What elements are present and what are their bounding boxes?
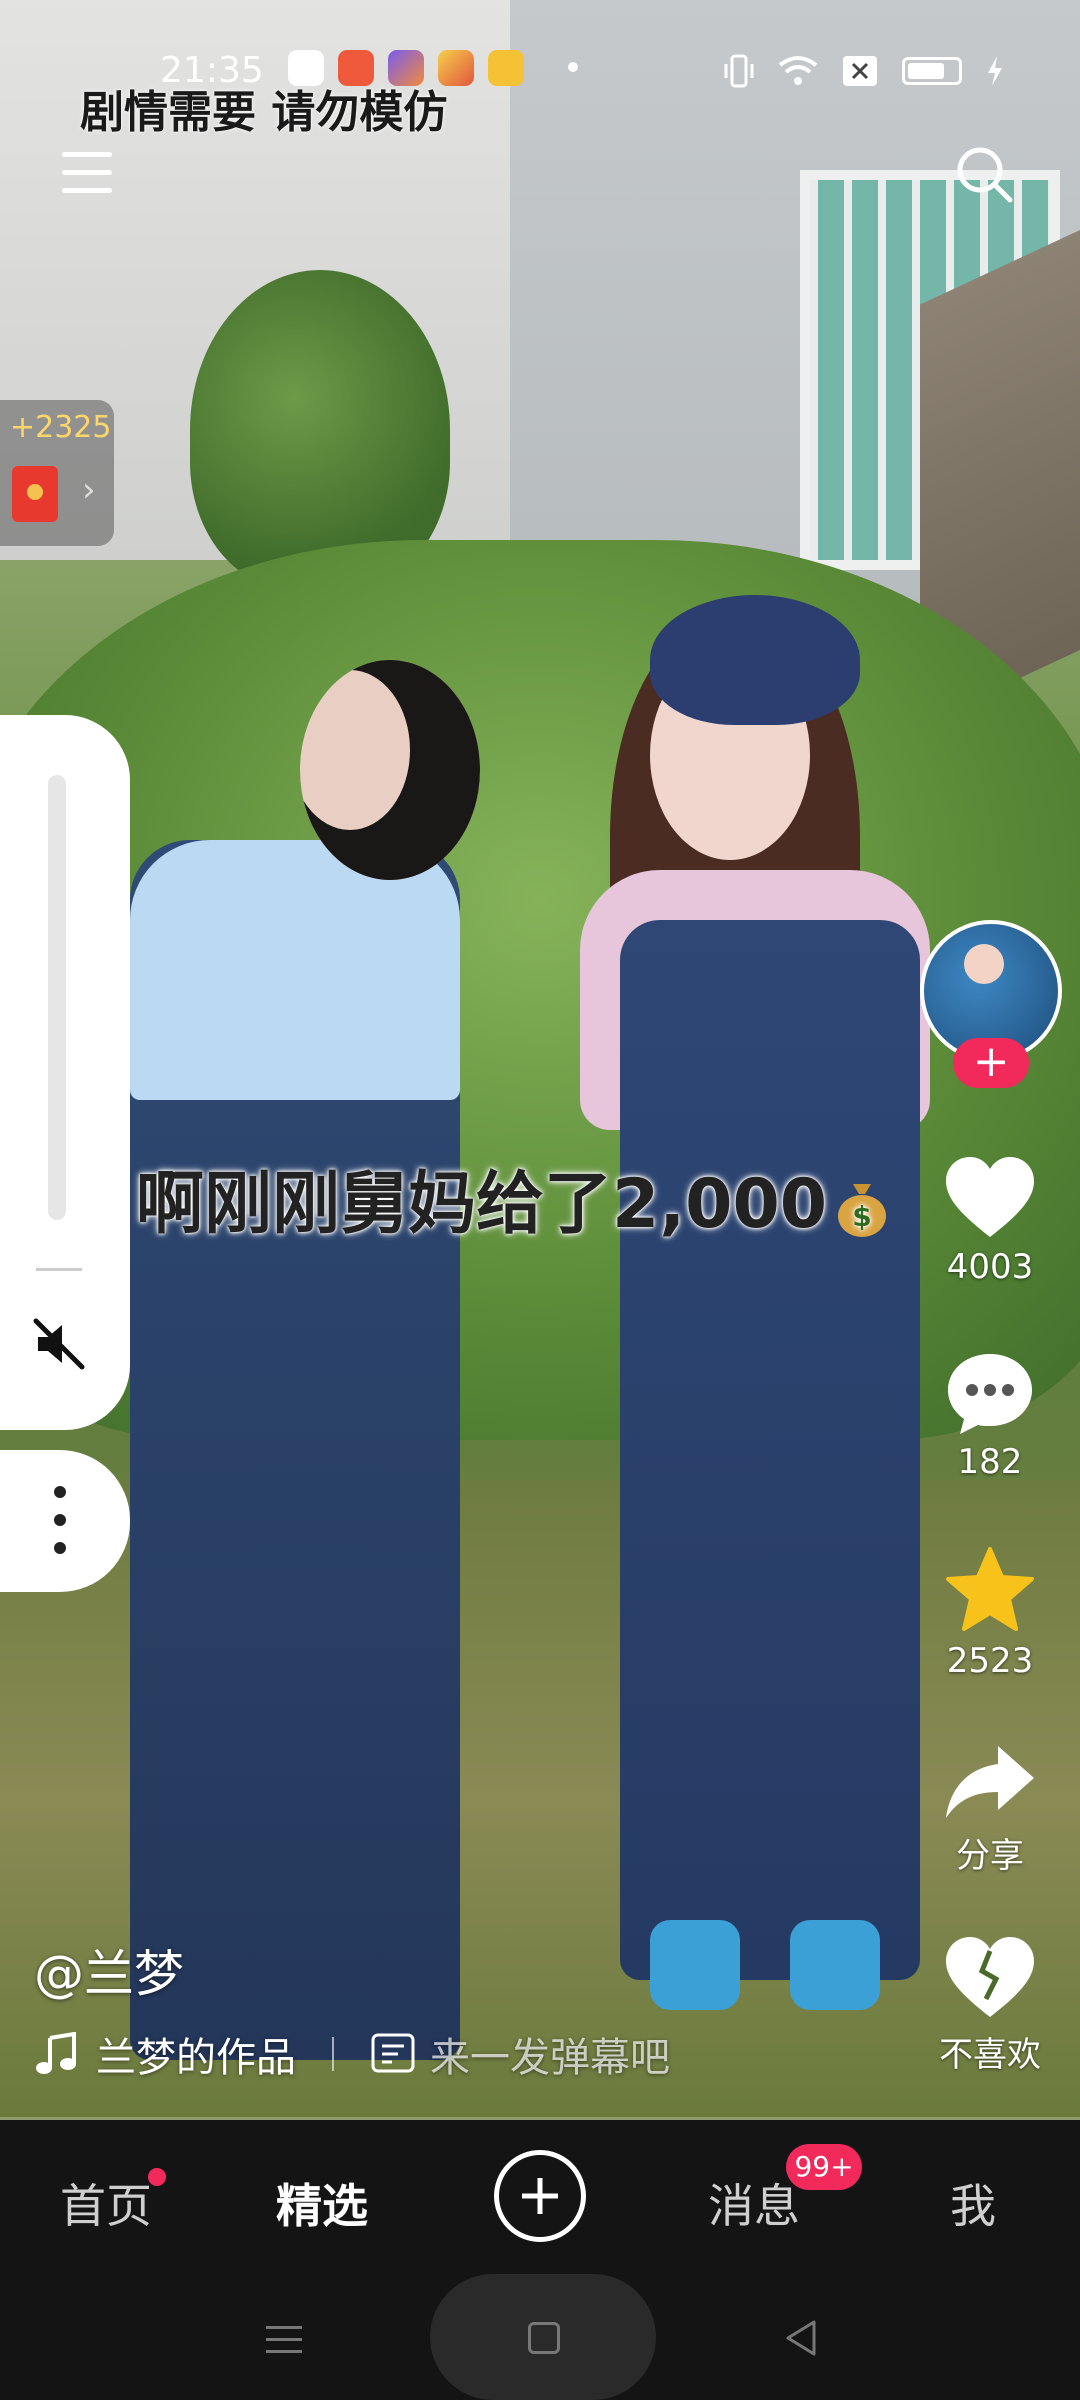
broken-heart-icon [946,1937,1034,2017]
video-subtitle: 啊刚刚舅妈给了2,000 $ [136,1148,889,1247]
home-notification-dot [148,2168,166,2186]
comment-icon [948,1354,1032,1434]
danmaku-icon [371,2033,415,2073]
like-button[interactable]: 4003 [910,1155,1070,1287]
author-handle[interactable]: @兰梦 [34,1934,184,2006]
menu-icon[interactable] [62,152,112,194]
disclaimer-banner: 剧情需要 请勿模仿 [80,87,448,138]
search-icon[interactable] [954,144,1014,204]
dislike-button[interactable]: 不喜欢 [910,1935,1070,2076]
wifi-icon [778,56,818,85]
mute-icon[interactable] [30,1315,88,1373]
back-icon[interactable] [782,2318,822,2358]
favorite-count: 2523 [946,1641,1034,1681]
home-button[interactable] [430,2274,656,2400]
tab-home[interactable]: 首页 [60,2170,152,2236]
star-icon [946,1547,1034,1631]
music-row: 兰梦的作品 来一发弹幕吧 [34,2025,670,2083]
red-envelope-icon [12,466,58,522]
bottom-tab-bar: 首页 精选 消息 99+ 我 [0,2120,1080,2274]
app-notification-icon [488,50,524,86]
favorite-button[interactable]: 2523 [910,1545,1070,1681]
charging-icon [988,56,1002,86]
tab-messages[interactable]: 消息 [708,2170,800,2236]
dislike-label: 不喜欢 [939,2035,1041,2075]
reward-count: +2325 [10,410,112,445]
messages-badge: 99+ [786,2144,862,2190]
music-title[interactable]: 兰梦的作品 [96,2025,296,2083]
home-icon [528,2322,560,2354]
system-nav-bar [0,2274,1080,2400]
status-system-icons [724,54,1004,88]
music-note-icon [36,2032,76,2074]
follow-button[interactable]: + [953,1038,1029,1088]
chevron-right-icon: › [82,470,96,510]
comment-button[interactable]: 182 [910,1350,1070,1482]
subtitle-text: 啊刚刚舅妈给了2,000 [136,1165,828,1244]
heart-icon [946,1157,1034,1237]
vibrate-icon [724,54,754,88]
volume-panel [0,715,130,1430]
person-right-overalls [620,920,920,1980]
like-count: 4003 [946,1247,1034,1287]
music-divider [332,2037,334,2071]
person-left-shirt [130,840,460,1100]
person-left-head [300,660,480,880]
panel-divider [36,1268,82,1271]
no-sim-icon [843,56,877,86]
danmaku-input[interactable]: 来一发弹幕吧 [430,2025,670,2083]
person-right-shoes [650,1920,900,2010]
share-label: 分享 [956,1836,1024,1876]
share-icon [946,1746,1034,1818]
volume-slider[interactable] [48,775,66,1220]
tab-featured[interactable]: 精选 [276,2170,368,2236]
comment-count: 182 [957,1442,1023,1482]
more-notifications-dot [568,62,578,72]
svg-text:$: $ [852,1200,871,1233]
person-right-hat [650,595,860,725]
recent-apps-icon[interactable] [266,2322,302,2356]
share-button[interactable]: 分享 [910,1742,1070,1877]
reward-widget[interactable]: +2325 › [0,400,114,546]
tab-me[interactable]: 我 [950,2170,996,2236]
create-post-button[interactable] [494,2150,586,2242]
battery-icon [902,57,962,85]
money-bag-icon: $ [838,1184,887,1238]
